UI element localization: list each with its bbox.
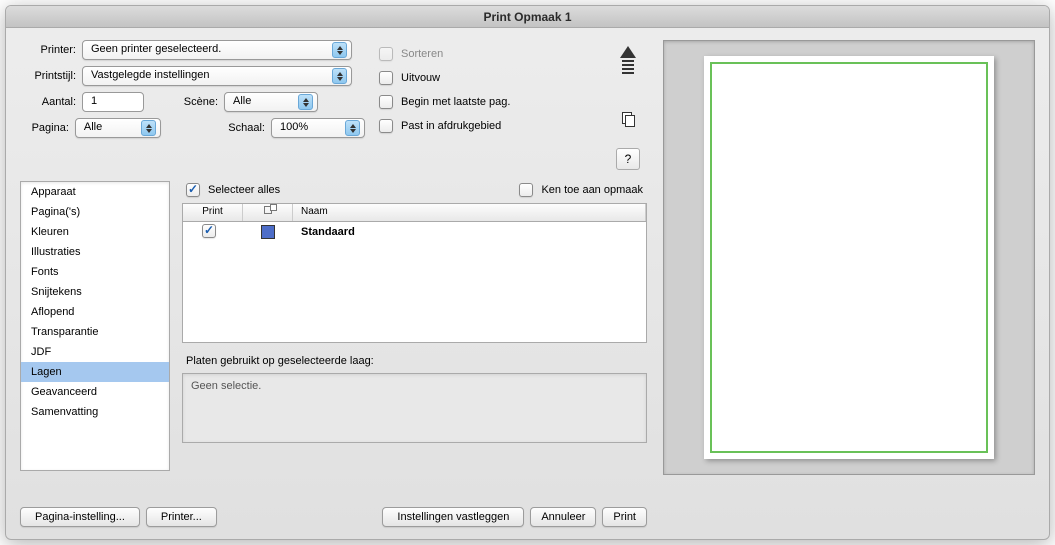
row-name: Standaard bbox=[293, 226, 646, 238]
backtofront-checkbox[interactable] bbox=[379, 95, 393, 109]
swatch-header-icon bbox=[264, 206, 272, 214]
aantal-label: Aantal: bbox=[20, 96, 82, 108]
printer-label: Printer: bbox=[20, 44, 82, 56]
col-print[interactable]: Print bbox=[183, 204, 243, 221]
schaal-label: Schaal: bbox=[221, 122, 271, 134]
printstyle-value: Vastgelegde instellingen bbox=[91, 69, 209, 81]
footer: Pagina-instelling... Printer... Instelli… bbox=[20, 507, 647, 527]
table-header: Print Naam bbox=[183, 204, 646, 222]
popup-arrows-icon bbox=[141, 120, 156, 136]
sidebar-item-samenvatting[interactable]: Samenvatting bbox=[21, 402, 169, 422]
page-setup-button[interactable]: Pagina-instelling... bbox=[20, 507, 140, 527]
sidebar-item-kleuren[interactable]: Kleuren bbox=[21, 222, 169, 242]
pagina-label: Pagina: bbox=[20, 122, 75, 134]
sidebar-item-fonts[interactable]: Fonts bbox=[21, 262, 169, 282]
backtofront-label: Begin met laatste pag. bbox=[401, 96, 510, 108]
popup-arrows-icon bbox=[298, 94, 313, 110]
sidebar-item-geavanceerd[interactable]: Geavanceerd bbox=[21, 382, 169, 402]
spreads-label: Uitvouw bbox=[401, 72, 440, 84]
sidebar-item-apparaat[interactable]: Apparaat bbox=[21, 182, 169, 202]
printstijl-label: Printstijl: bbox=[20, 70, 82, 82]
scene-value: Alle bbox=[233, 95, 251, 107]
row-print-checkbox[interactable] bbox=[202, 224, 216, 238]
sidebar-item-illustraties[interactable]: Illustraties bbox=[21, 242, 169, 262]
plates-box: Geen selectie. bbox=[182, 373, 647, 443]
copies-input[interactable]: 1 bbox=[82, 92, 144, 112]
sidebar-item-jdf[interactable]: JDF bbox=[21, 342, 169, 362]
popup-arrows-icon bbox=[345, 120, 360, 136]
printer-popup[interactable]: Geen printer geselecteerd. bbox=[82, 40, 352, 60]
layers-table: Print Naam Standaard bbox=[182, 203, 647, 343]
scale-popup[interactable]: 100% bbox=[271, 118, 365, 138]
scene-popup[interactable]: Alle bbox=[224, 92, 318, 112]
category-sidebar: ApparaatPagina('s)KleurenIllustratiesFon… bbox=[20, 181, 170, 471]
page-preview bbox=[704, 56, 994, 459]
collate-label: Sorteren bbox=[401, 48, 443, 60]
assign-layout-label: Ken toe aan opmaak bbox=[541, 184, 643, 196]
scene-label: Scène: bbox=[174, 96, 224, 108]
printer-value: Geen printer geselecteerd. bbox=[91, 43, 221, 55]
col-name[interactable]: Naam bbox=[293, 204, 646, 221]
page-preview-area bbox=[663, 40, 1035, 475]
print-dialog: Print Opmaak 1 Printer: Geen printer ges… bbox=[5, 5, 1050, 540]
table-row[interactable]: Standaard bbox=[183, 222, 646, 242]
collate-checkbox[interactable] bbox=[379, 47, 393, 61]
scale-value: 100% bbox=[280, 121, 308, 133]
select-all-checkbox[interactable] bbox=[186, 183, 200, 197]
capture-settings-button[interactable]: Instellingen vastleggen bbox=[382, 507, 524, 527]
page-preview-margin bbox=[710, 62, 988, 453]
col-swatch[interactable] bbox=[243, 204, 293, 221]
up-arrow-icon[interactable] bbox=[620, 46, 636, 74]
fit-checkbox[interactable] bbox=[379, 119, 393, 133]
help-button[interactable]: ? bbox=[616, 148, 640, 170]
assign-layout-checkbox[interactable] bbox=[519, 183, 533, 197]
layer-color-swatch bbox=[261, 225, 275, 239]
plates-label: Platen gebruikt op geselecteerde laag: bbox=[182, 353, 647, 369]
sidebar-item-aflopend[interactable]: Aflopend bbox=[21, 302, 169, 322]
mid-section: ApparaatPagina('s)KleurenIllustratiesFon… bbox=[20, 181, 647, 471]
dialog-content: Printer: Geen printer geselecteerd. Prin… bbox=[6, 28, 1049, 475]
sidebar-item-snijtekens[interactable]: Snijtekens bbox=[21, 282, 169, 302]
spreads-checkbox[interactable] bbox=[379, 71, 393, 85]
page-value: Alle bbox=[84, 121, 102, 133]
sidebar-item-paginas[interactable]: Pagina('s) bbox=[21, 202, 169, 222]
copy-icon[interactable] bbox=[622, 112, 634, 126]
popup-arrows-icon bbox=[332, 42, 347, 58]
printstyle-popup[interactable]: Vastgelegde instellingen bbox=[82, 66, 352, 86]
fit-label: Past in afdrukgebied bbox=[401, 120, 501, 132]
printer-button[interactable]: Printer... bbox=[146, 507, 217, 527]
page-popup[interactable]: Alle bbox=[75, 118, 161, 138]
print-button[interactable]: Print bbox=[602, 507, 647, 527]
cancel-button[interactable]: Annuleer bbox=[530, 507, 596, 527]
no-selection-text: Geen selectie. bbox=[191, 380, 261, 392]
sidebar-item-transparantie[interactable]: Transparantie bbox=[21, 322, 169, 342]
layers-panel: Selecteer alles Ken toe aan opmaak Print… bbox=[182, 181, 647, 471]
sidebar-item-lagen[interactable]: Lagen bbox=[21, 362, 169, 382]
select-all-label: Selecteer alles bbox=[208, 184, 280, 196]
popup-arrows-icon bbox=[332, 68, 347, 84]
window-title: Print Opmaak 1 bbox=[6, 6, 1049, 28]
